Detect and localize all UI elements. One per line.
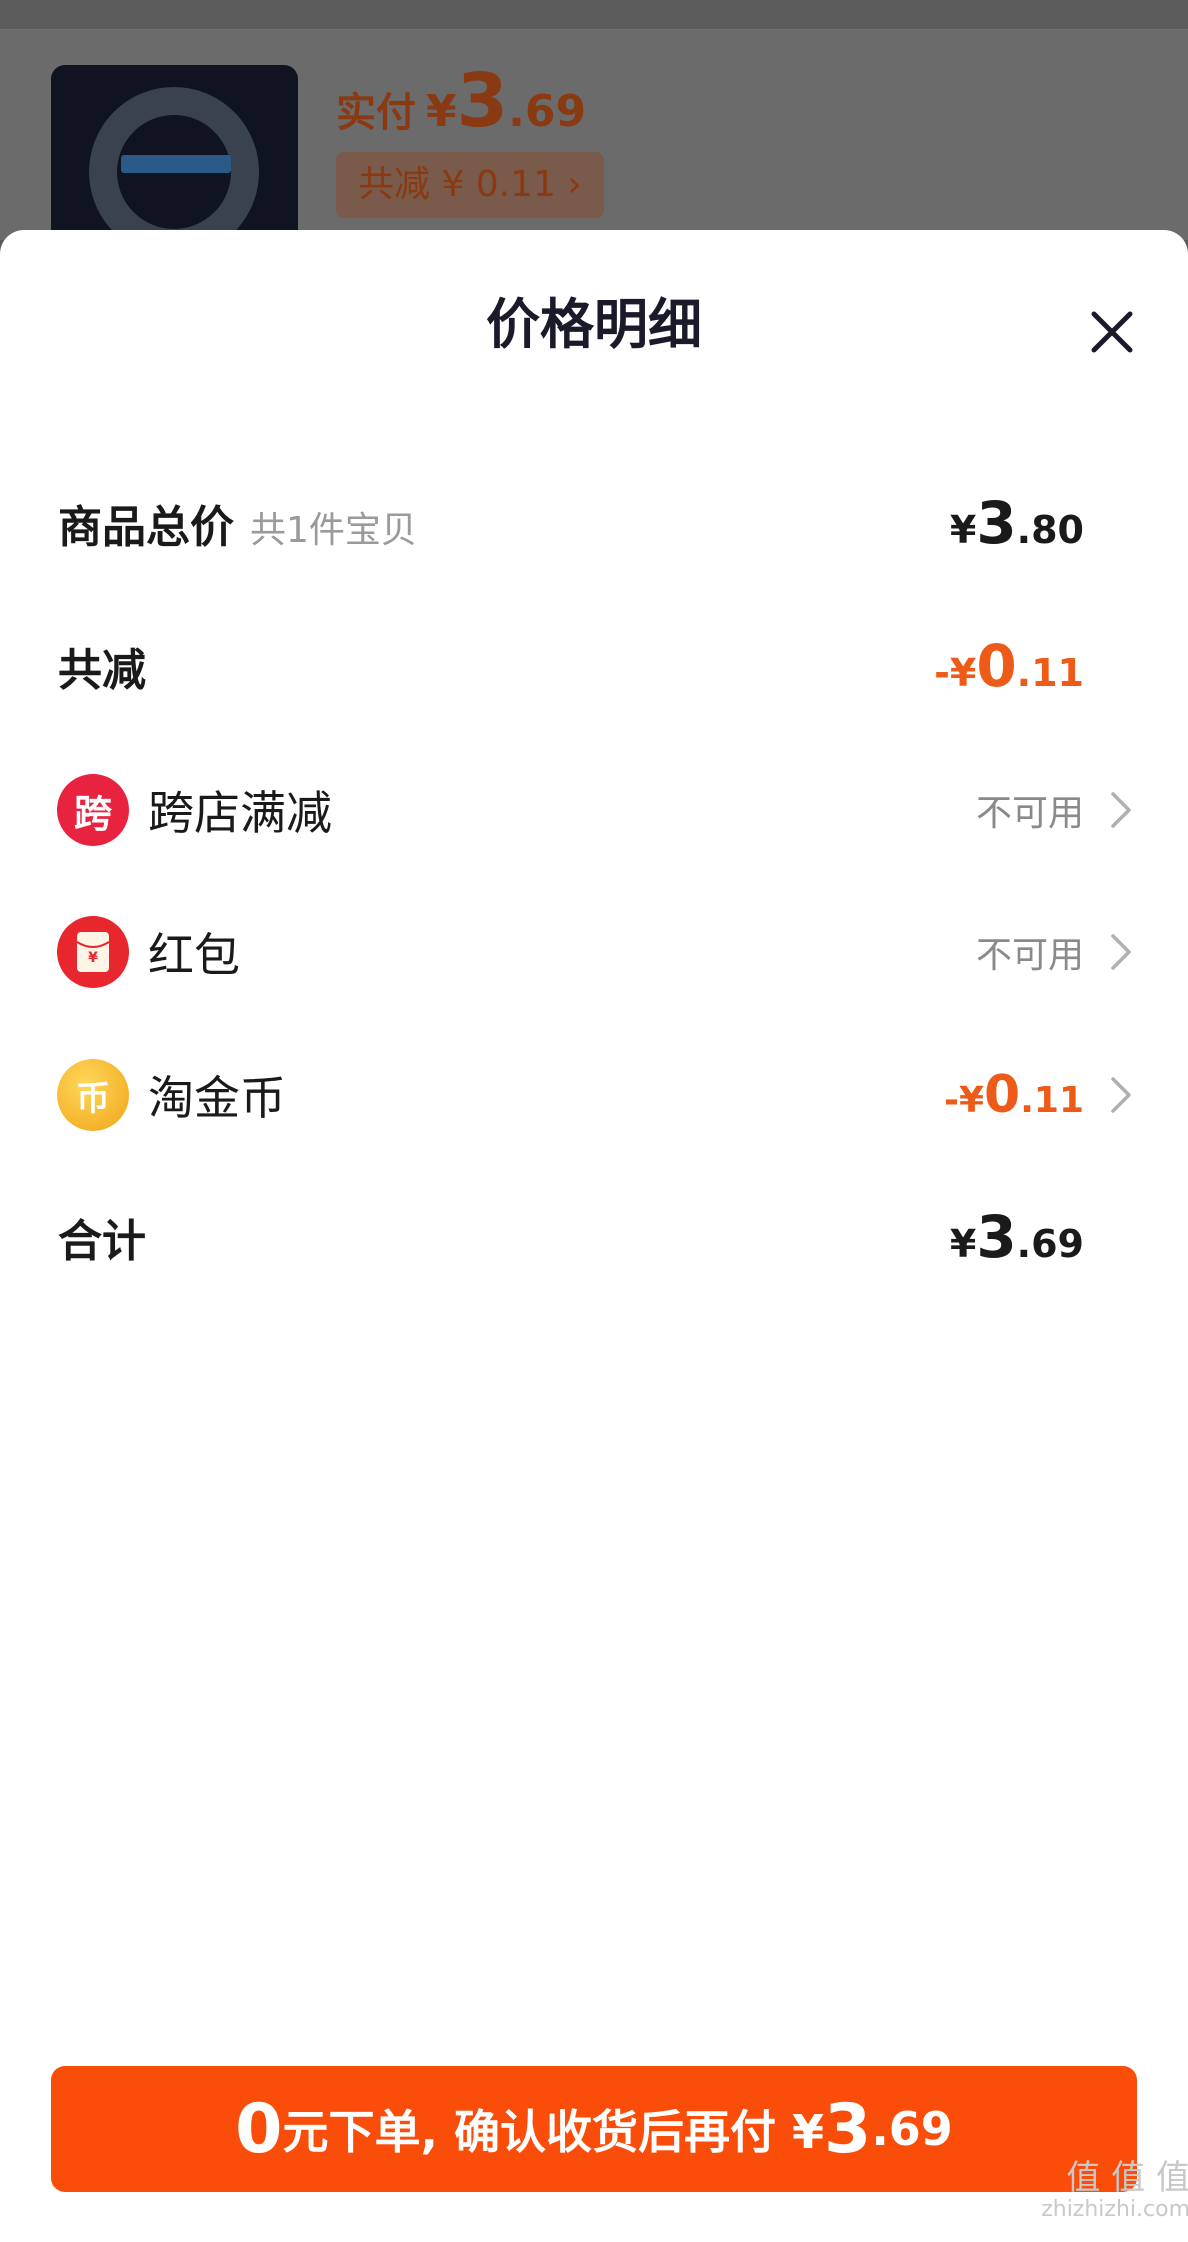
row-cross-store-discount[interactable]: 跨 跨店满减 不可用 (0, 760, 1188, 860)
cta-zero: 0 (235, 2089, 283, 2169)
gold-coin-label: 淘金币 (148, 1071, 286, 1125)
gold-coin-icon: 币 (57, 1059, 129, 1131)
chevron-right-icon (1106, 932, 1136, 972)
gold-coin-dec: .11 (1020, 1080, 1084, 1121)
background-page: 实付 ¥3.69 共减 ¥ 0.11 › (0, 0, 1188, 265)
goods-total-int: 3 (976, 489, 1017, 557)
cross-store-icon: 跨 (57, 774, 129, 846)
total-discount-int: 0 (976, 632, 1017, 700)
total-discount-dec: .11 (1016, 651, 1084, 695)
goods-total-label-wrap: 商品总价 共1件宝贝 (58, 491, 417, 555)
row-total-discount: 共减 -¥0.11 (0, 616, 1188, 716)
goods-total-price: ¥3.80 (950, 489, 1084, 557)
sum-total-dec: .69 (1016, 1222, 1084, 1266)
gold-coin-icon-text: 币 (76, 1078, 110, 1119)
cross-store-status: 不可用 (975, 793, 1084, 834)
chevron-right-icon (1106, 790, 1136, 830)
background-top-bar (0, 0, 1188, 30)
sum-total-currency: ¥ (949, 1222, 977, 1266)
actual-pay: 实付 ¥3.69 (336, 58, 586, 144)
total-discount-price: -¥0.11 (934, 632, 1084, 700)
row-goods-total: 商品总价 共1件宝贝 ¥3.80 (0, 473, 1188, 573)
actual-pay-label: 实付 (336, 90, 416, 136)
close-button[interactable] (1078, 298, 1146, 366)
total-discount-label: 共减 (58, 645, 146, 696)
sum-total-int: 3 (976, 1203, 1017, 1271)
price-detail-sheet: 价格明细 商品总价 共1件宝贝 ¥3.80 共减 -¥0.11 跨 跨店满减 不可… (0, 230, 1188, 2242)
red-packet-status: 不可用 (975, 935, 1084, 976)
chevron-right-icon (1106, 1075, 1136, 1115)
total-discount-currency: -¥ (934, 651, 977, 695)
watermark-brand: 值 值 值 (1066, 2158, 1188, 2198)
product-image-band (121, 155, 231, 173)
cta-middle-text: 元下单, 确认收货后再付 ¥ (282, 2105, 824, 2159)
total-savings-chip[interactable]: 共减 ¥ 0.11 › (336, 152, 604, 218)
gold-coin-int: 0 (984, 1065, 1021, 1125)
row-red-packet[interactable]: ¥ 红包 不可用 (0, 902, 1188, 1002)
watermark-url: zhizhizhi.com (1041, 2197, 1188, 2222)
sum-total-price: ¥3.69 (950, 1203, 1084, 1271)
actual-pay-currency: ¥ (426, 86, 457, 137)
cross-store-label: 跨店满减 (148, 786, 332, 840)
red-packet-icon: ¥ (57, 916, 129, 988)
place-order-button[interactable]: 0 元下单, 确认收货后再付 ¥3.69 (51, 2066, 1137, 2192)
goods-total-dec: .80 (1016, 508, 1084, 552)
cta-amount-int: 3 (824, 2089, 872, 2169)
close-icon (1091, 311, 1133, 353)
gold-coin-price: -¥0.11 (944, 1065, 1084, 1125)
cross-store-icon-text: 跨 (73, 791, 112, 836)
goods-total-count: 共1件宝贝 (250, 510, 417, 551)
actual-pay-int: 3 (456, 58, 509, 144)
sum-total-label: 合计 (58, 1216, 146, 1267)
gold-coin-currency: -¥ (944, 1080, 985, 1121)
goods-total-currency: ¥ (949, 508, 977, 552)
row-gold-coin[interactable]: 币 淘金币 -¥0.11 (0, 1045, 1188, 1145)
actual-pay-dec: .69 (508, 86, 587, 137)
cta-amount-dec: .69 (871, 2102, 953, 2156)
sheet-title: 价格明细 (486, 293, 702, 356)
site-watermark: 值 值 值 zhizhizhi.com (1000, 2150, 1188, 2240)
svg-text:¥: ¥ (88, 950, 98, 966)
goods-total-label: 商品总价 (58, 502, 234, 553)
red-envelope-icon: ¥ (76, 932, 110, 972)
row-sum-total: 合计 ¥3.69 (0, 1187, 1188, 1287)
red-packet-label: 红包 (148, 928, 240, 982)
